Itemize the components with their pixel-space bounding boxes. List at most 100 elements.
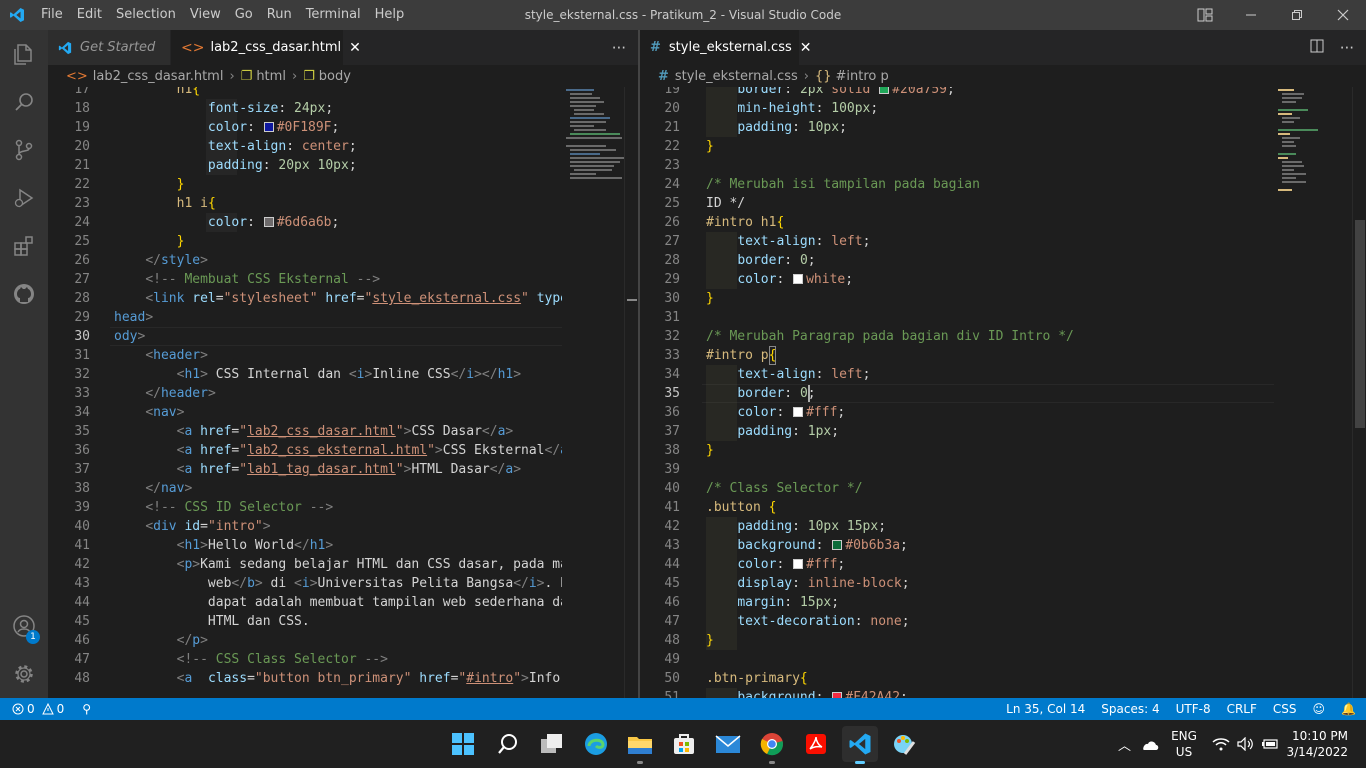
code-line[interactable]: 18 font-size: 24px; [48, 99, 638, 118]
code-line[interactable]: 47 text-decoration: none; [640, 612, 1366, 631]
code-line[interactable]: 46 margin: 15px; [640, 593, 1366, 612]
close-window-button[interactable] [1320, 0, 1366, 30]
code-line[interactable]: 47 <!-- CSS Class Selector --> [48, 650, 638, 669]
search-taskbar-icon[interactable] [490, 726, 526, 762]
code-line[interactable]: 43 background: #0b6b3a; [640, 536, 1366, 555]
breadcrumb-item[interactable]: html [256, 69, 286, 84]
battery-icon[interactable] [1261, 720, 1279, 768]
code-line[interactable]: 37 <a href="lab1_tag_dasar.html">HTML Da… [48, 460, 638, 479]
chrome-icon[interactable] [754, 726, 790, 764]
input-language[interactable]: ENG US [1166, 720, 1202, 768]
tab-lab2-css-dasar[interactable]: <> lab2_css_dasar.html ✕ [171, 30, 361, 65]
more-actions-icon[interactable]: ··· [1340, 39, 1354, 57]
color-swatch[interactable] [832, 540, 843, 550]
color-swatch[interactable] [879, 87, 890, 94]
customize-layout-icon[interactable] [1182, 0, 1228, 30]
code-line[interactable]: 30} [640, 289, 1366, 308]
code-line[interactable]: 42 <p>Kami sedang belajar HTML dan CSS d… [48, 555, 638, 574]
code-line[interactable]: 51 background: #F42A42; [640, 688, 1366, 698]
minimize-button[interactable] [1228, 0, 1274, 30]
code-line[interactable]: 29 color: white; [640, 270, 1366, 289]
end-of-line[interactable]: CRLF [1227, 702, 1257, 716]
code-line[interactable]: 21 padding: 10px; [640, 118, 1366, 137]
code-line[interactable]: 42 padding: 10px 15px; [640, 517, 1366, 536]
source-control-icon[interactable] [0, 126, 48, 174]
code-line[interactable]: 39 [640, 460, 1366, 479]
problems-indicator[interactable]: 0 0 [12, 702, 64, 716]
code-line[interactable]: 31 [640, 308, 1366, 327]
menu-run[interactable]: Run [260, 0, 299, 30]
color-swatch[interactable] [793, 274, 804, 284]
show-hidden-icons-icon[interactable]: ︿ [1118, 720, 1131, 768]
code-line[interactable]: 23 [640, 156, 1366, 175]
close-tab-icon[interactable]: ✕ [800, 40, 812, 56]
code-line[interactable]: 33 </header> [48, 384, 638, 403]
split-editor-icon[interactable] [1310, 39, 1324, 57]
language-mode[interactable]: CSS [1273, 702, 1297, 716]
color-swatch[interactable] [263, 122, 274, 132]
code-line[interactable]: 25 } [48, 232, 638, 251]
code-line[interactable]: 36 <a href="lab2_css_eksternal.html">CSS… [48, 441, 638, 460]
encoding[interactable]: UTF-8 [1176, 702, 1211, 716]
code-line[interactable]: 26 #intro h1{ [640, 213, 1366, 232]
extensions-icon[interactable] [0, 222, 48, 270]
tab-style-eksternal[interactable]: # style_eksternal.css ✕ [640, 30, 811, 65]
edge-icon[interactable] [578, 726, 614, 762]
code-line[interactable]: 22} [640, 137, 1366, 156]
code-line[interactable]: 28 border: 0; [640, 251, 1366, 270]
code-line[interactable]: 29 head> [48, 308, 638, 327]
live-share-icon[interactable]: ⚲ [82, 702, 91, 716]
menu-file[interactable]: File [34, 0, 70, 30]
mail-icon[interactable] [710, 726, 746, 762]
cursor-position[interactable]: Ln 35, Col 14 [1006, 702, 1085, 716]
code-line[interactable]: 44 color: #fff; [640, 555, 1366, 574]
code-line[interactable]: 38 </nav> [48, 479, 638, 498]
tab-get-started[interactable]: Get Started [48, 30, 171, 65]
indentation[interactable]: Spaces: 4 [1101, 702, 1159, 716]
volume-icon[interactable] [1237, 720, 1255, 768]
code-line[interactable]: 22 } [48, 175, 638, 194]
code-line[interactable]: 40 /* Class Selector */ [640, 479, 1366, 498]
close-tab-icon[interactable]: ✕ [349, 40, 361, 56]
code-line[interactable]: 48 <a class="button btn_primary" href="#… [48, 669, 638, 688]
code-line[interactable]: 49 [640, 650, 1366, 669]
menu-view[interactable]: View [183, 0, 228, 30]
code-line[interactable]: 40 <div id="intro"> [48, 517, 638, 536]
code-line[interactable]: 32 /* Merubah Paragrap pada bagian div ID… [640, 327, 1366, 346]
menu-go[interactable]: Go [228, 0, 260, 30]
breadcrumb-item[interactable]: #intro p [835, 69, 888, 84]
notifications-bell-icon[interactable]: 🔔 [1341, 702, 1356, 716]
task-view-icon[interactable] [534, 726, 570, 762]
store-icon[interactable] [666, 726, 702, 762]
accounts-icon[interactable]: 1 [0, 602, 48, 650]
code-line[interactable]: 20 text-align: center; [48, 137, 638, 156]
code-line[interactable]: 21 padding: 20px 10px; [48, 156, 638, 175]
code-line[interactable]: 36 color: #fff; [640, 403, 1366, 422]
code-line[interactable]: 24 color: #6d6a6b; [48, 213, 638, 232]
code-line[interactable]: 37 padding: 1px; [640, 422, 1366, 441]
color-swatch[interactable] [793, 407, 804, 417]
color-swatch[interactable] [263, 217, 274, 227]
minimap[interactable] [1274, 87, 1352, 698]
code-line[interactable]: 35 border: 0; [640, 384, 1366, 403]
code-line[interactable]: 41 <h1>Hello World</h1> [48, 536, 638, 555]
code-line[interactable]: 19 border: 2px solid #20a759; [640, 87, 1366, 99]
code-editor[interactable]: 19 border: 2px solid #20a759; 20 min-heig… [640, 87, 1366, 698]
code-line[interactable]: 17 h1{ [48, 87, 638, 99]
code-line[interactable]: 27 text-align: left; [640, 232, 1366, 251]
acrobat-icon[interactable] [798, 726, 834, 762]
code-line[interactable]: 46 </p> [48, 631, 638, 650]
code-line[interactable]: 30 ody> [48, 327, 638, 346]
code-editor[interactable]: 17 h1{18 font-size: 24px; 19 color: #0F18… [48, 87, 638, 698]
code-line[interactable]: 31 <header> [48, 346, 638, 365]
explorer-icon[interactable] [0, 30, 48, 78]
feedback-icon[interactable]: ☺ [1313, 702, 1326, 716]
menu-selection[interactable]: Selection [109, 0, 183, 30]
paint-icon[interactable] [886, 726, 922, 762]
more-actions-icon[interactable]: ··· [612, 39, 626, 57]
code-line[interactable]: 50 .btn-primary{ [640, 669, 1366, 688]
right-scrollbar[interactable] [1352, 87, 1366, 698]
menu-edit[interactable]: Edit [70, 0, 109, 30]
left-scrollbar[interactable] [624, 87, 638, 698]
color-swatch[interactable] [793, 559, 804, 569]
